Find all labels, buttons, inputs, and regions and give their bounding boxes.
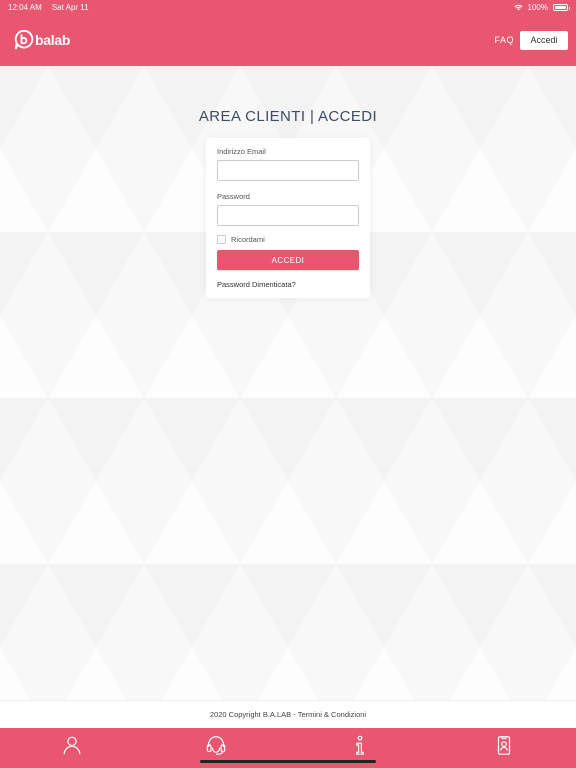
logo-text: balab (35, 32, 71, 48)
info-icon (356, 735, 364, 755)
header-login-button[interactable]: Accedi (520, 30, 568, 50)
email-field[interactable] (217, 160, 359, 181)
page-title: AREA CLIENTI | ACCEDI (198, 108, 378, 125)
main-content: AREA CLIENTI | ACCEDI Indirizzo Email Pa… (0, 66, 576, 700)
remember-label: Ricordami (231, 235, 265, 244)
logo[interactable]: balab (14, 29, 70, 51)
battery-icon (553, 3, 570, 11)
faq-link[interactable]: FAQ (494, 35, 514, 45)
battery-fill (555, 5, 566, 9)
email-label: Indirizzo Email (217, 147, 266, 156)
remember-row[interactable]: Ricordami (217, 235, 359, 244)
tab-badge[interactable] (432, 728, 576, 768)
status-date: Sat Apr 11 (51, 2, 89, 12)
tab-user[interactable] (0, 728, 144, 768)
badge-icon (497, 736, 511, 755)
password-label: Password (217, 192, 250, 201)
logo-mark-icon (14, 29, 34, 50)
footer-copyright[interactable]: 2020 Copyright B.A.LAB - Termini & Condi… (210, 710, 366, 719)
login-card: Indirizzo Email Password Ricordami ACCED… (206, 138, 370, 298)
password-field[interactable] (217, 205, 359, 226)
headset-icon (206, 736, 226, 755)
login-submit-button[interactable]: ACCEDI (217, 250, 359, 270)
battery-percent: 100% (527, 2, 548, 12)
wifi-icon (514, 4, 523, 10)
status-right: 100% (514, 2, 570, 12)
remember-checkbox[interactable] (217, 235, 226, 244)
app-header: balab FAQ Accedi (0, 14, 576, 66)
forgot-password-link[interactable]: Password Dimenticata? (217, 280, 359, 289)
header-actions: FAQ Accedi (494, 30, 568, 50)
user-icon (63, 736, 81, 755)
status-time: 12:04 AM (8, 2, 42, 12)
status-bar: 12:04 AM Sat Apr 11 100% (0, 0, 576, 14)
home-indicator (200, 760, 376, 763)
footer: 2020 Copyright B.A.LAB - Termini & Condi… (0, 700, 576, 728)
